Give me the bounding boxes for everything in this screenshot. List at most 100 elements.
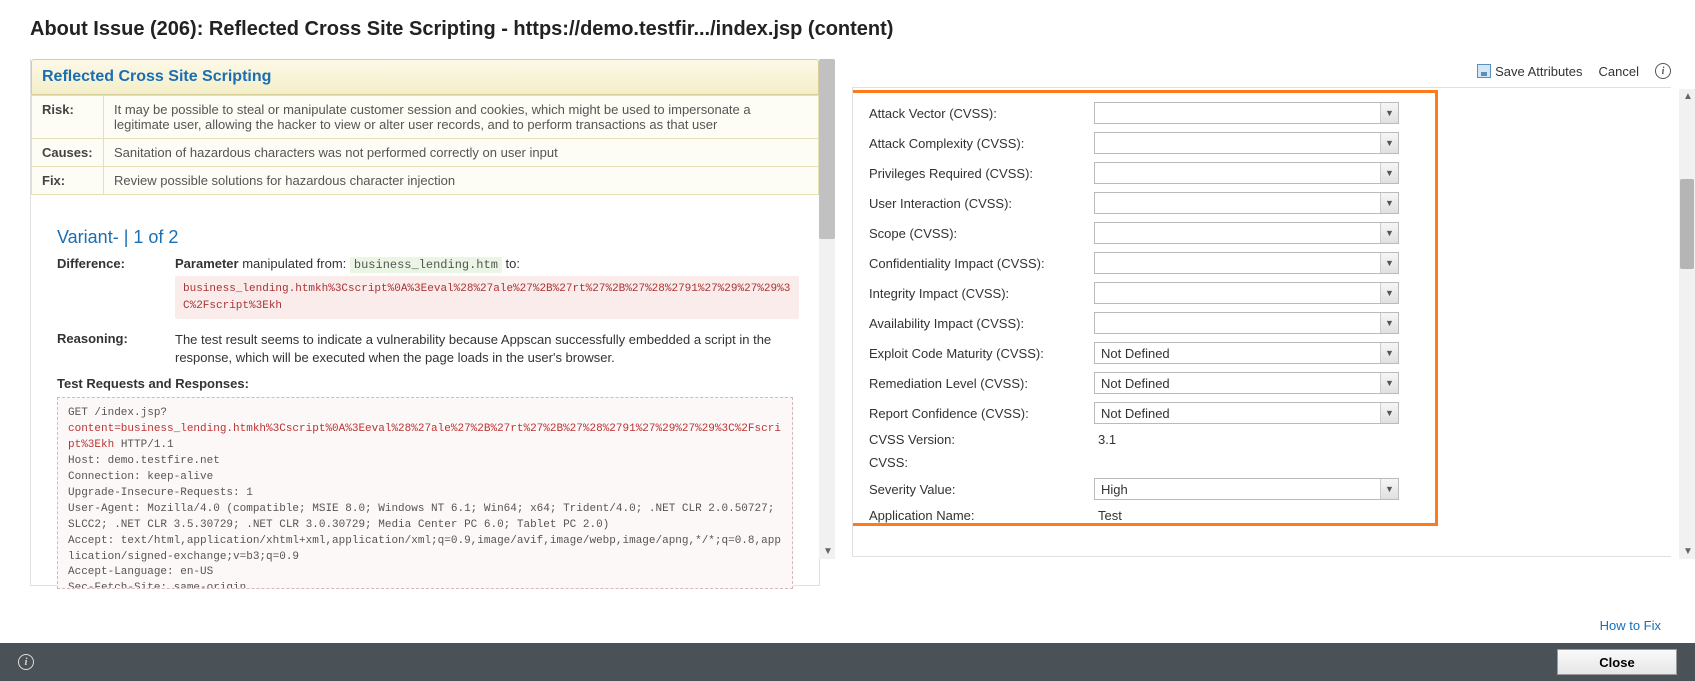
left-scroll-thumb[interactable] [819,59,835,239]
page-title: About Issue (206): Reflected Cross Site … [0,0,1695,59]
attribute-label: Attack Vector (CVSS): [869,106,1094,121]
attribute-label: Report Confidence (CVSS): [869,406,1094,421]
attribute-label: Remediation Level (CVSS): [869,376,1094,391]
chevron-down-icon: ▼ [1380,313,1398,333]
attribute-select[interactable]: ▼ [1094,132,1399,154]
chevron-down-icon: ▼ [1380,223,1398,243]
scroll-down-icon[interactable]: ▼ [1683,546,1693,557]
risk-text: It may be possible to steal or manipulat… [104,96,819,139]
to-value-block: business_lending.htmkh%3Cscript%0A%3Eeva… [175,276,799,319]
scroll-up-icon[interactable]: ▲ [1683,91,1693,102]
attribute-label: Integrity Impact (CVSS): [869,286,1094,301]
attribute-label: Confidentiality Impact (CVSS): [869,256,1094,271]
reasoning-label: Reasoning: [57,331,175,366]
footer-info-icon[interactable]: i [18,654,34,670]
attribute-select[interactable]: ▼ [1094,102,1399,124]
attribute-label: Severity Value: [869,482,1094,497]
attribute-select[interactable]: Not Defined▼ [1094,402,1399,424]
chevron-down-icon: ▼ [1380,193,1398,213]
attribute-select[interactable]: ▼ [1094,252,1399,274]
attribute-select[interactable]: Not Defined ▼ [1094,342,1399,364]
info-icon[interactable]: i [1655,63,1671,79]
difference-label: Difference: [57,256,175,319]
chevron-down-icon: ▼ [1380,103,1398,123]
attribute-row: Remediation Level (CVSS): Not Defined ▼ [869,372,1671,394]
attribute-label: Application Name: [869,508,1094,523]
issue-details-pane: Reflected Cross Site Scripting Risk: It … [30,59,820,586]
attribute-static-value: Test [1094,508,1122,523]
attribute-row: User Interaction (CVSS): ▼ [869,192,1671,214]
attribute-label: Exploit Code Maturity (CVSS): [869,346,1094,361]
attribute-label: Attack Complexity (CVSS): [869,136,1094,151]
save-attributes-button[interactable]: Save Attributes [1477,64,1582,79]
fix-label: Fix: [32,167,104,195]
footer-bar: i Close [0,643,1695,681]
issue-summary-table: Risk: It may be possible to steal or man… [31,95,819,195]
http-headers: Host: demo.testfire.net Connection: keep… [68,455,781,589]
difference-row: Difference: Parameter manipulated from: … [57,256,819,319]
main-container: Reflected Cross Site Scripting Risk: It … [0,59,1695,586]
attribute-row: Attack Complexity (CVSS): ▼ [869,132,1671,154]
scroll-down-icon[interactable]: ▼ [823,546,833,557]
http-version: HTTP/1.1 [114,439,173,451]
attribute-row: Integrity Impact (CVSS):▼ [869,282,1671,304]
attribute-select[interactable]: ▼ [1094,312,1399,334]
cancel-button[interactable]: Cancel [1599,64,1639,79]
chevron-down-icon: ▼ [1380,163,1398,183]
causes-label: Causes: [32,139,104,167]
parameter-line: Parameter manipulated from: business_len… [175,256,799,272]
attribute-value: Not Defined [1101,406,1170,421]
attributes-toolbar: Save Attributes Cancel i [852,59,1695,87]
reasoning-text: The test result seems to indicate a vuln… [175,331,799,366]
chevron-down-icon: ▼ [1380,479,1398,499]
attribute-row: Scope (CVSS):▼ [869,222,1671,244]
close-button[interactable]: Close [1557,649,1677,675]
right-scroll-thumb[interactable] [1680,179,1694,269]
attribute-value: Not Defined [1101,346,1170,361]
parameter-word: Parameter [175,256,239,271]
attribute-static-value: 3.1 [1094,432,1116,447]
attribute-row: Confidentiality Impact (CVSS): ▼ [869,252,1671,274]
causes-row: Causes: Sanitation of hazardous characte… [32,139,819,167]
attribute-select[interactable]: ▼ [1094,222,1399,244]
http-line1: GET /index.jsp? [68,407,167,419]
to-text: to: [502,256,520,271]
attribute-select[interactable]: Not Defined ▼ [1094,372,1399,394]
attribute-row: Application Name:Test [869,508,1671,523]
attribute-select[interactable]: ▼ [1094,162,1399,184]
test-requests-title: Test Requests and Responses: [57,376,819,391]
chevron-down-icon: ▼ [1380,133,1398,153]
risk-row: Risk: It may be possible to steal or man… [32,96,819,139]
attribute-label: CVSS: [869,455,1094,470]
how-to-fix-link[interactable]: How to Fix [1600,618,1661,633]
attribute-row: Attack Vector (CVSS): ▼ [869,102,1671,124]
variant-title: Variant- | 1 of 2 [57,227,819,248]
attribute-value: High [1101,482,1128,497]
attribute-label: User Interaction (CVSS): [869,196,1094,211]
attribute-select[interactable]: ▼ [1094,192,1399,214]
attribute-row: Exploit Code Maturity (CVSS):Not Defined… [869,342,1671,364]
http-red-param: content=business_lending.htmkh%3Cscript%… [68,423,781,451]
attribute-row: CVSS Version:3.1 [869,432,1671,447]
attribute-row: Severity Value: High ▼ [869,478,1671,500]
left-scrollbar[interactable]: ▼ [819,59,835,559]
chevron-down-icon: ▼ [1380,373,1398,393]
save-icon [1477,64,1491,78]
attribute-value: Not Defined [1101,376,1170,391]
right-scrollbar[interactable]: ▲ ▼ [1679,89,1695,559]
attribute-row: CVSS: [869,455,1671,470]
attribute-label: Availability Impact (CVSS): [869,316,1094,331]
manipulated-text: manipulated from: [239,256,350,271]
fix-row: Fix: Review possible solutions for hazar… [32,167,819,195]
attribute-select[interactable]: ▼ [1094,282,1399,304]
attribute-row: Privileges Required (CVSS):▼ [869,162,1671,184]
attribute-label: CVSS Version: [869,432,1094,447]
causes-text: Sanitation of hazardous characters was n… [104,139,819,167]
chevron-down-icon: ▼ [1380,253,1398,273]
from-value: business_lending.htm [350,257,502,273]
attribute-select[interactable]: High ▼ [1094,478,1399,500]
attributes-list: Attack Vector (CVSS):▼Attack Complexity … [853,88,1671,523]
fix-text: Review possible solutions for hazardous … [104,167,819,195]
attributes-panel: Attack Vector (CVSS):▼Attack Complexity … [852,87,1671,557]
chevron-down-icon: ▼ [1380,343,1398,363]
